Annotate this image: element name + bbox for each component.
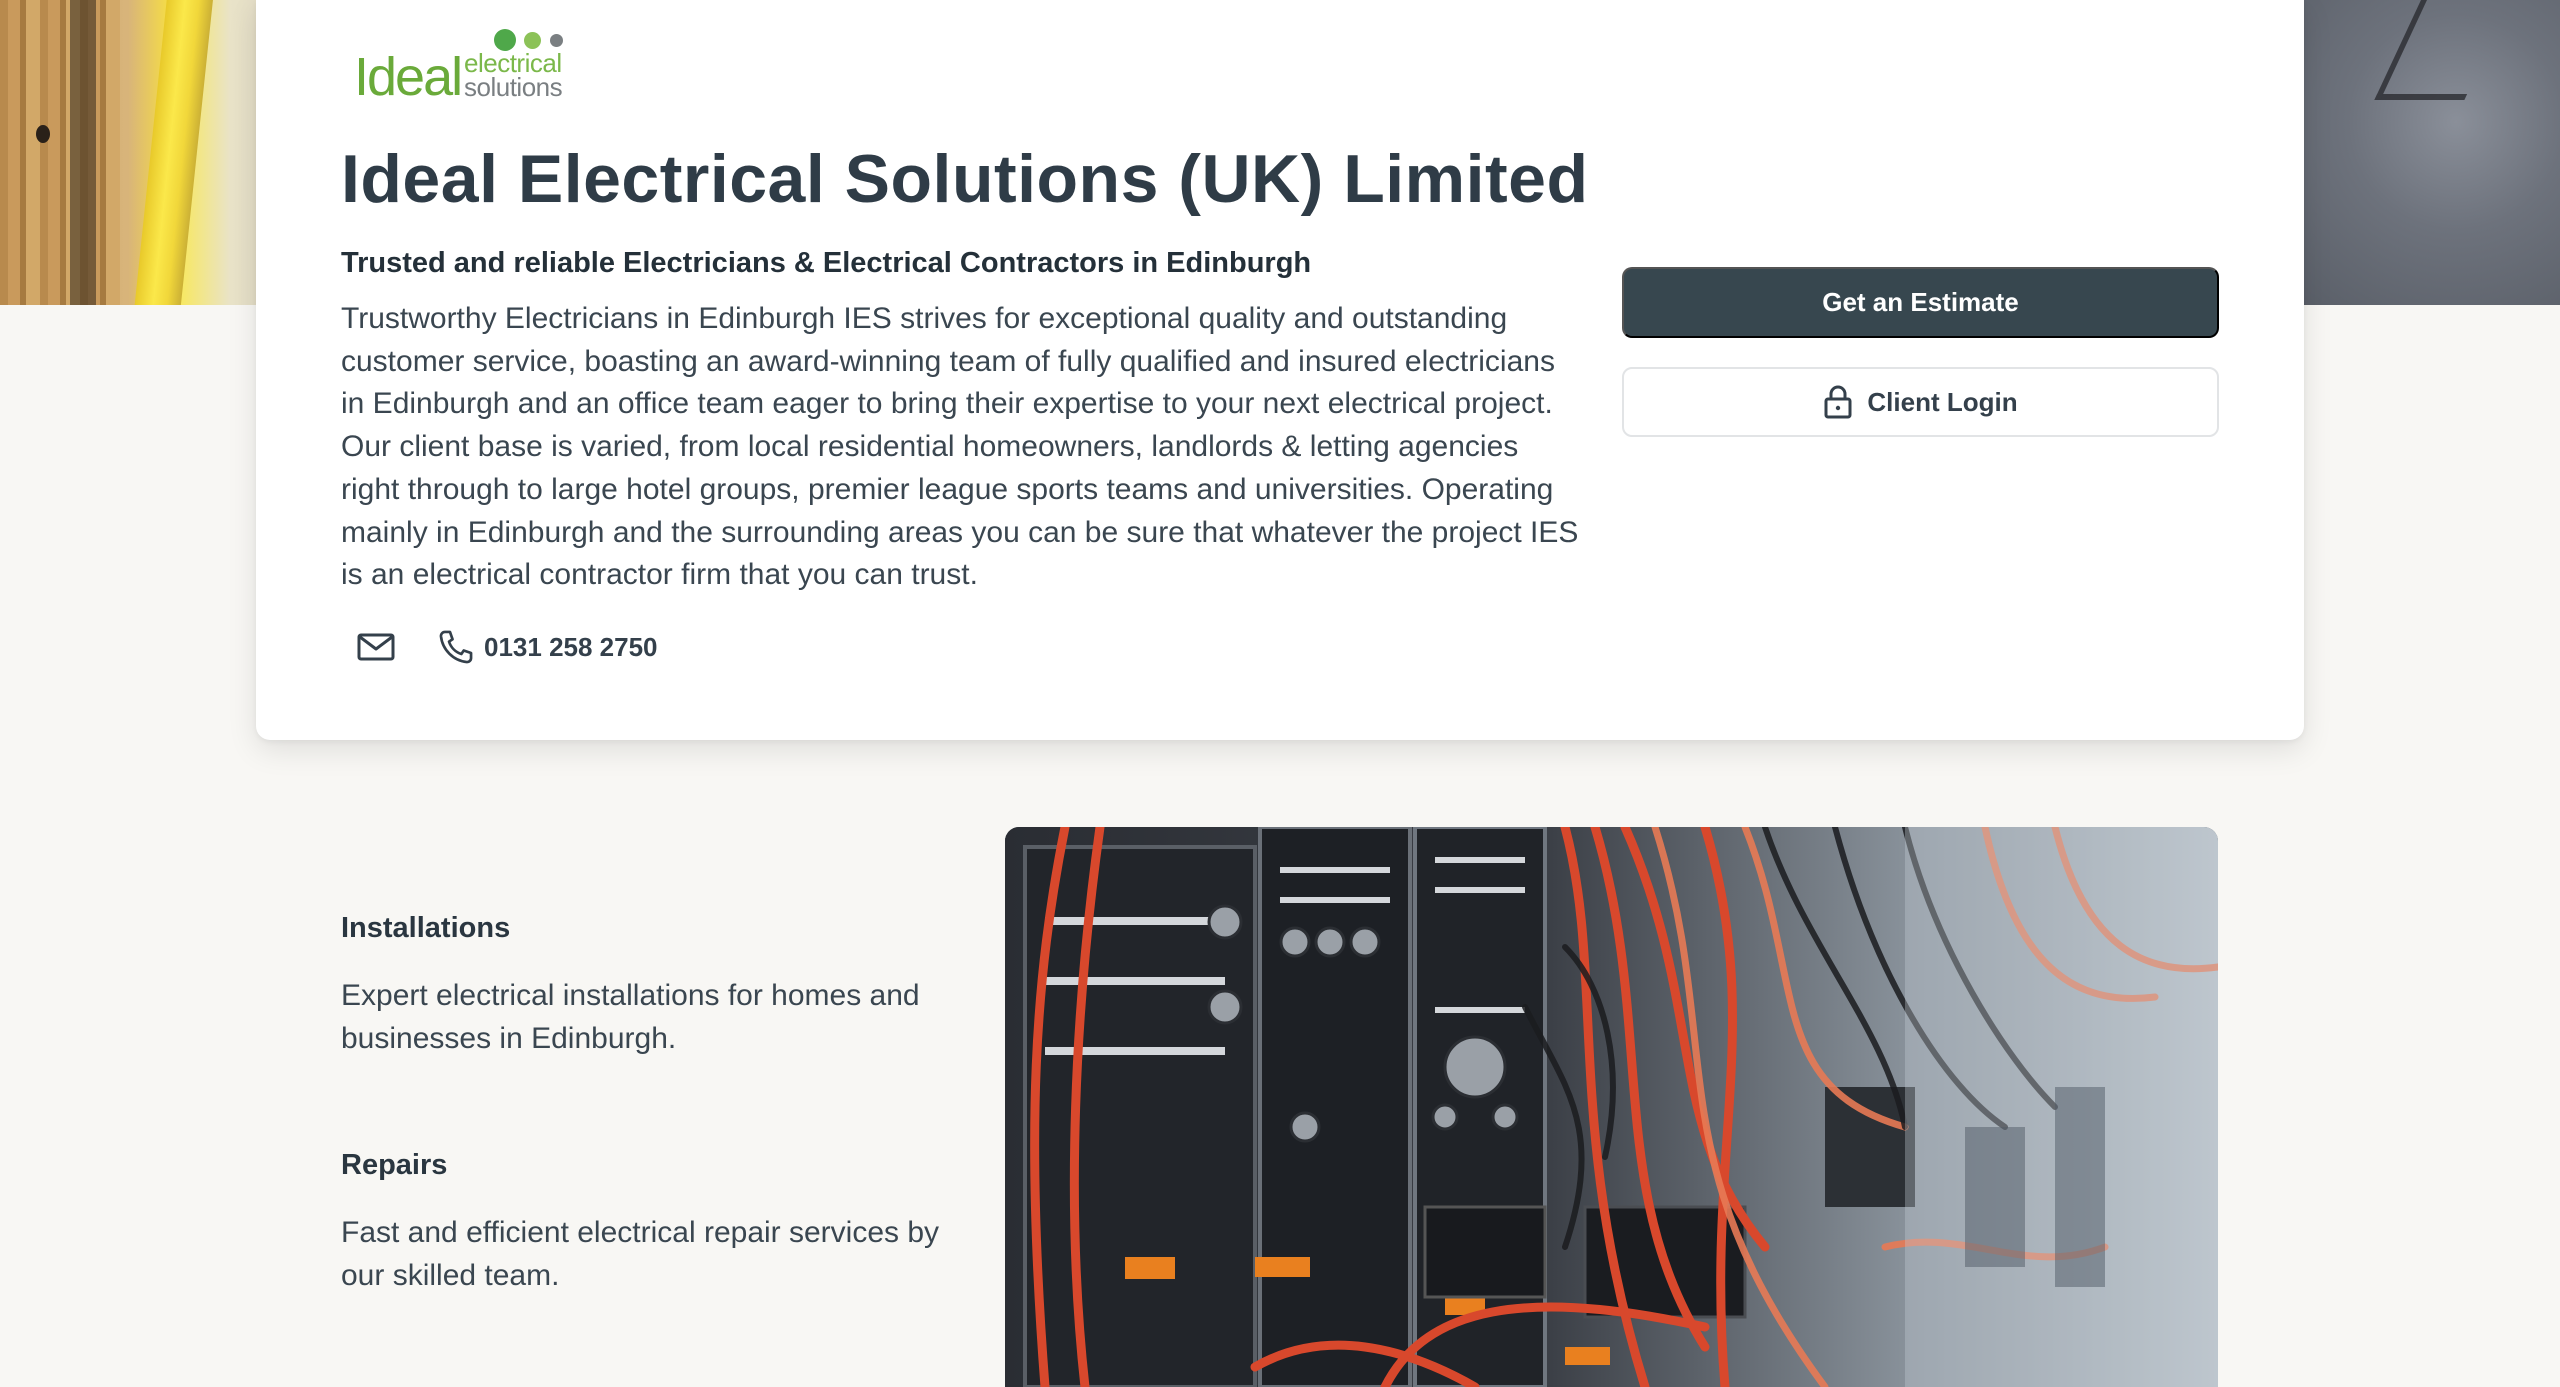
page: Ideal electrical solutions Ideal Electri… [0, 0, 2560, 1387]
phone-number[interactable]: 0131 258 2750 [484, 632, 658, 663]
yellow-cable [131, 0, 215, 305]
page-title: Ideal Electrical Solutions (UK) Limited [341, 141, 1589, 217]
wood-texture [0, 0, 120, 305]
envelope-icon [357, 633, 395, 661]
wood-knot [36, 125, 50, 143]
logo-word-solutions: solutions [464, 72, 563, 102]
logo-dot [524, 32, 541, 49]
get-estimate-label: Get an Estimate [1822, 287, 2019, 317]
service-installations: Installations Expert electrical installa… [341, 912, 981, 1060]
service-title: Installations [341, 912, 511, 944]
get-estimate-button[interactable]: Get an Estimate [1622, 267, 2219, 338]
client-login-button[interactable]: Client Login [1622, 367, 2219, 437]
company-card: Ideal electrical solutions Ideal Electri… [256, 0, 2304, 740]
shadow-stripe [70, 0, 96, 305]
lock-icon [1824, 385, 1852, 419]
logo-word-ideal: Ideal [354, 47, 463, 107]
electrical-panel-image [1005, 827, 2218, 1387]
service-title: Repairs [341, 1149, 448, 1181]
contact-row: 0131 258 2750 [354, 622, 658, 672]
email-link[interactable] [354, 625, 398, 669]
service-text: Expert electrical installations for home… [341, 979, 920, 1055]
electrical-panel-illustration [1005, 827, 2218, 1387]
company-description: Trustworthy Electricians in Edinburgh IE… [341, 302, 1579, 592]
client-login-label: Client Login [1867, 386, 2018, 417]
phone-icon [439, 630, 473, 664]
company-logo[interactable]: Ideal electrical solutions [354, 26, 584, 107]
phone-link[interactable] [434, 625, 478, 669]
logo-dot [550, 34, 563, 47]
page-subtitle: Trusted and reliable Electricians & Elec… [341, 247, 1312, 279]
service-repairs: Repairs Fast and efficient electrical re… [341, 1149, 981, 1297]
service-text: Fast and efficient electrical repair ser… [341, 1216, 940, 1292]
